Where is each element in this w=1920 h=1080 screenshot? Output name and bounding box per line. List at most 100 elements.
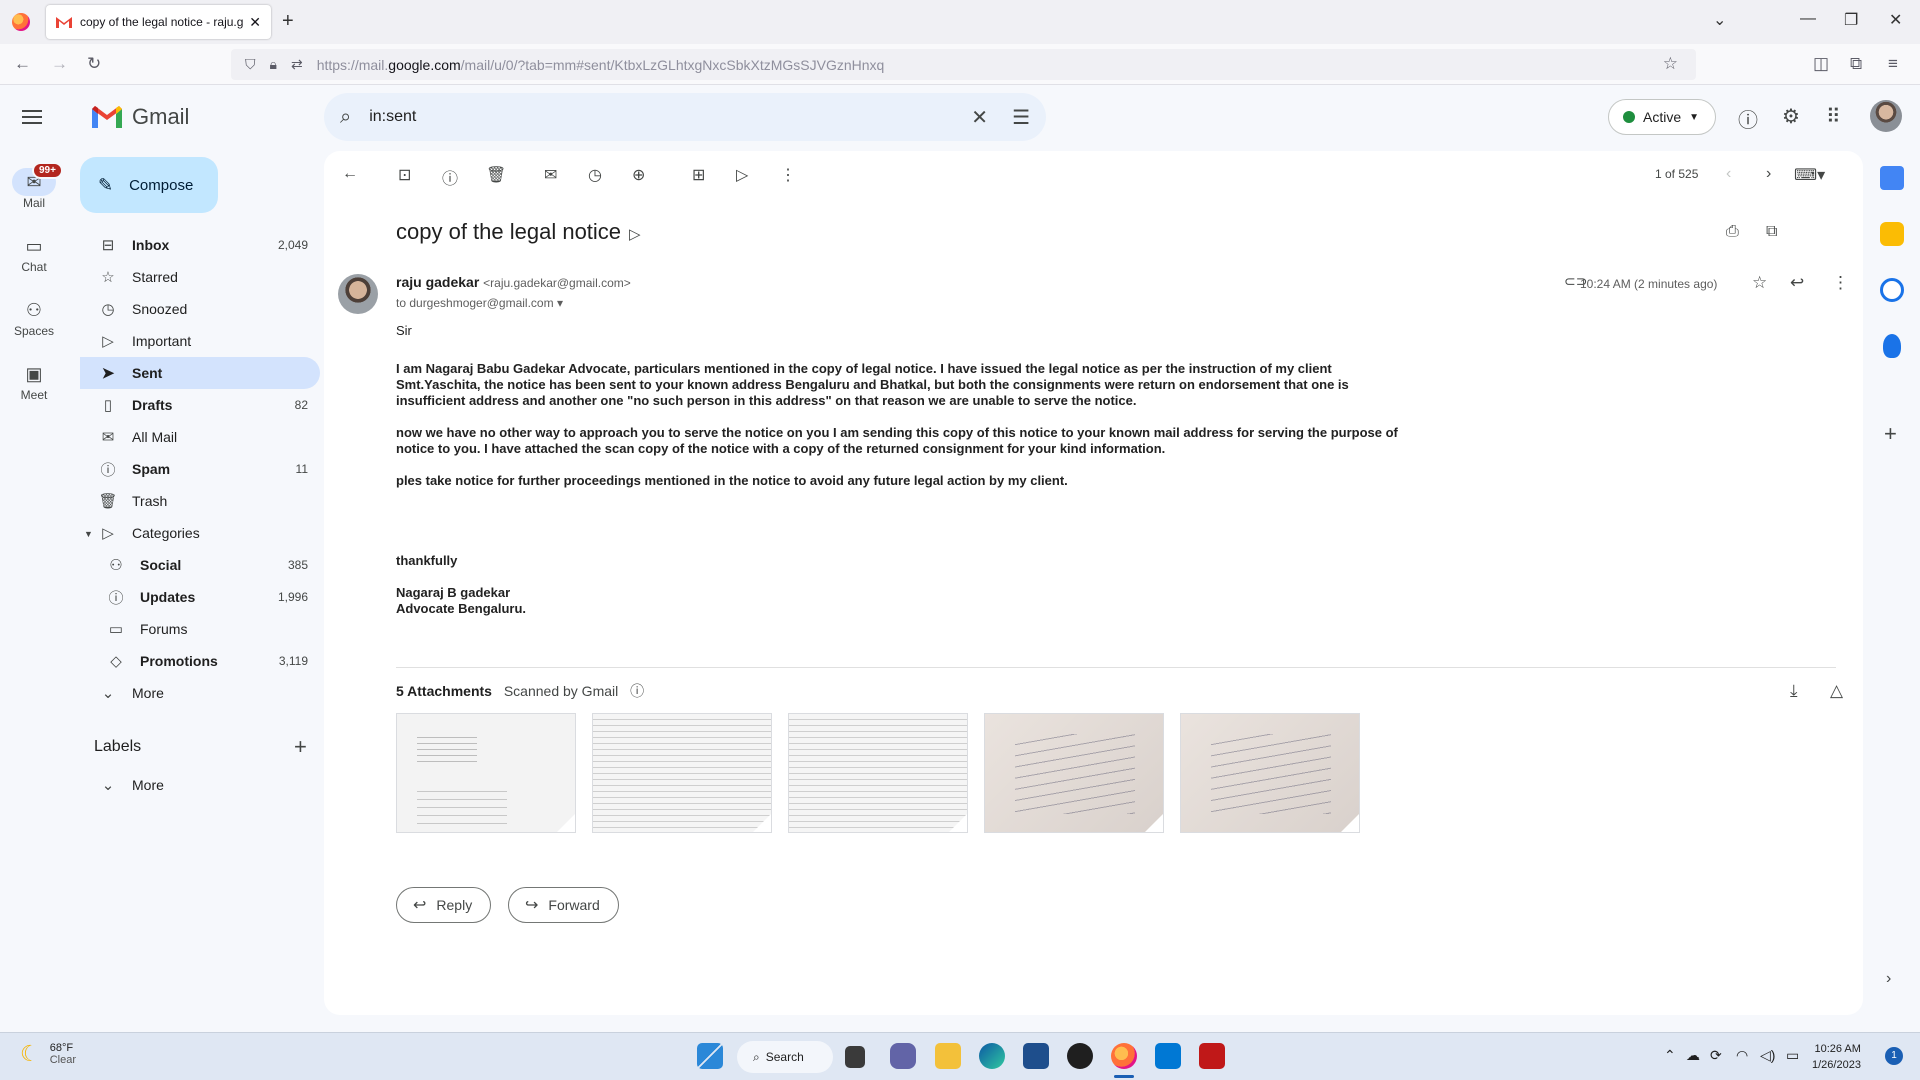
volume-icon[interactable]: ◁): [1760, 1047, 1775, 1064]
search-icon[interactable]: ⌕: [340, 106, 351, 129]
add-to-drive-icon[interactable]: △: [1830, 681, 1843, 701]
report-spam-icon[interactable]: ⓘ: [442, 165, 458, 189]
sidebar-item-drafts[interactable]: ▯ Drafts 82: [80, 389, 320, 421]
status-selector[interactable]: Active ▼: [1608, 99, 1716, 135]
compose-button[interactable]: ✎ Compose: [80, 157, 218, 213]
pocket-icon[interactable]: ◫: [1813, 54, 1829, 74]
sync-icon[interactable]: ⟳: [1710, 1047, 1722, 1064]
account-avatar[interactable]: [1870, 100, 1902, 132]
attachment-thumbnail[interactable]: [1180, 713, 1360, 833]
gmail-logo[interactable]: Gmail: [92, 104, 189, 130]
sidebar-item-important[interactable]: ▷ Important: [80, 325, 320, 357]
keep-icon[interactable]: [1880, 222, 1904, 246]
permissions-icon[interactable]: ⇄: [291, 56, 303, 73]
sender-name[interactable]: raju gadekar: [396, 274, 479, 290]
windows-start-icon[interactable]: [697, 1043, 723, 1069]
reply-button[interactable]: ↩ Reply: [396, 887, 492, 923]
info-icon[interactable]: ⓘ: [630, 683, 644, 699]
snooze-icon[interactable]: ◷: [588, 165, 602, 185]
attachment-thumbnail[interactable]: [788, 713, 968, 833]
app-menu-icon[interactable]: ≡: [1888, 54, 1898, 74]
attachment-thumbnail[interactable]: [592, 713, 772, 833]
help-icon[interactable]: ⓘ: [1738, 104, 1758, 133]
rail-spaces[interactable]: ⚇ Spaces: [8, 296, 60, 338]
sidebar-item-inbox[interactable]: ⊟ Inbox 2,049: [80, 229, 320, 261]
file-explorer-icon[interactable]: [935, 1043, 961, 1069]
back-to-list-icon[interactable]: ←: [342, 165, 358, 183]
archive-icon[interactable]: ⊡: [398, 165, 411, 185]
taskbar-clock[interactable]: 10:26 AM 1/26/2023: [1812, 1041, 1861, 1073]
add-task-icon[interactable]: ⊕: [632, 165, 645, 185]
recipient-line[interactable]: to durgeshmoger@gmail.com ▾: [396, 296, 563, 310]
move-to-icon[interactable]: ⊞: [692, 165, 705, 185]
restore-icon[interactable]: ❐: [1844, 10, 1858, 30]
list-tabs-icon[interactable]: ⌄: [1713, 10, 1726, 30]
extensions-icon[interactable]: ⧉: [1850, 54, 1862, 74]
input-tools-icon[interactable]: ⌨▾: [1794, 165, 1825, 185]
reload-icon[interactable]: ↻: [87, 54, 101, 74]
back-icon[interactable]: ←: [14, 54, 31, 74]
show-side-panel-icon[interactable]: ›: [1886, 970, 1891, 988]
sidebar-item-categories[interactable]: ▷ Categories: [80, 517, 320, 549]
delete-icon[interactable]: 🗑︎: [486, 165, 506, 185]
sidebar-item-more[interactable]: ⌄ More: [80, 677, 320, 709]
dell-icon[interactable]: [1067, 1043, 1093, 1069]
mcafee-icon[interactable]: [1199, 1043, 1225, 1069]
attachment-thumbnail[interactable]: [396, 713, 576, 833]
search-options-icon[interactable]: ☰: [1012, 105, 1030, 130]
browser-tab[interactable]: copy of the legal notice - raju.g ✕: [46, 5, 271, 39]
bookmark-star-icon[interactable]: ☆: [1663, 54, 1678, 74]
mark-unread-icon[interactable]: ✉: [544, 165, 557, 185]
taskbar-search[interactable]: ⌕ Search: [737, 1041, 833, 1073]
forward-icon[interactable]: →: [51, 54, 68, 74]
older-chevron-icon[interactable]: ›: [1766, 165, 1771, 183]
label-icon[interactable]: ▷: [736, 165, 748, 185]
labels-more[interactable]: ⌄ More: [80, 769, 320, 801]
sidebar-item-promotions[interactable]: ◇ Promotions 3,119: [80, 645, 320, 677]
attachment-thumbnail[interactable]: [984, 713, 1164, 833]
show-hidden-icons-icon[interactable]: ⌃: [1664, 1047, 1676, 1064]
search-bar[interactable]: ⌕ in:sent ✕ ☰: [324, 93, 1046, 141]
add-label-icon[interactable]: +: [294, 734, 307, 760]
main-menu-icon[interactable]: [22, 106, 42, 128]
label-tag-icon[interactable]: ▷: [629, 226, 641, 243]
close-tab-icon[interactable]: ✕: [249, 14, 261, 31]
firefox-taskbar-icon[interactable]: [1111, 1043, 1137, 1069]
get-addons-icon[interactable]: +: [1884, 421, 1897, 447]
contacts-icon[interactable]: [1883, 334, 1901, 358]
sidebar-item-social[interactable]: ⚇ Social 385: [80, 549, 320, 581]
newer-chevron-icon[interactable]: ‹: [1726, 165, 1731, 183]
battery-icon[interactable]: ▭: [1786, 1047, 1799, 1064]
sidebar-item-forums[interactable]: ▭ Forums: [80, 613, 320, 645]
forward-button[interactable]: ↪ Forward: [508, 887, 619, 923]
task-view-icon[interactable]: [845, 1046, 865, 1068]
edge-icon[interactable]: [979, 1043, 1005, 1069]
print-icon[interactable]: ⎙: [1726, 223, 1739, 241]
download-all-icon[interactable]: ⤓: [1790, 681, 1798, 701]
sidebar-item-snoozed[interactable]: ◷ Snoozed: [80, 293, 320, 325]
notification-badge[interactable]: 1: [1885, 1047, 1903, 1065]
clear-search-icon[interactable]: ✕: [971, 105, 988, 130]
chevron-down-icon[interactable]: ▾: [557, 296, 563, 310]
sender-avatar[interactable]: [338, 274, 378, 314]
weather-widget[interactable]: ☾ 68°F Clear: [20, 1041, 76, 1067]
sidebar-item-all-mail[interactable]: ✉ All Mail: [80, 421, 320, 453]
store-icon[interactable]: [1023, 1043, 1049, 1069]
settings-gear-icon[interactable]: ⚙: [1782, 104, 1800, 129]
sidebar-item-sent[interactable]: ➤ Sent: [80, 357, 320, 389]
teams-chat-icon[interactable]: [890, 1043, 916, 1069]
shield-icon[interactable]: ⛉: [245, 56, 256, 73]
minimize-icon[interactable]: —: [1800, 10, 1816, 28]
google-apps-icon[interactable]: ⠿: [1826, 104, 1841, 129]
more-vert-icon[interactable]: ⋮: [1832, 273, 1849, 293]
sidebar-item-spam[interactable]: ⓘ Spam 11: [80, 453, 320, 485]
close-window-icon[interactable]: ✕: [1889, 10, 1902, 30]
search-input[interactable]: in:sent: [369, 108, 947, 126]
open-new-window-icon[interactable]: ⧉: [1766, 223, 1777, 241]
sidebar-item-trash[interactable]: 🗑︎ Trash: [80, 485, 320, 517]
rail-meet[interactable]: ▣ Meet: [8, 360, 60, 402]
new-tab-icon[interactable]: +: [282, 10, 294, 33]
sidebar-item-starred[interactable]: ☆ Starred: [80, 261, 320, 293]
url-bar[interactable]: ⛉ 🔒︎ ⇄ https://mail.google.com/mail/u/0/…: [231, 49, 1696, 80]
settings-app-icon[interactable]: [1155, 1043, 1181, 1069]
